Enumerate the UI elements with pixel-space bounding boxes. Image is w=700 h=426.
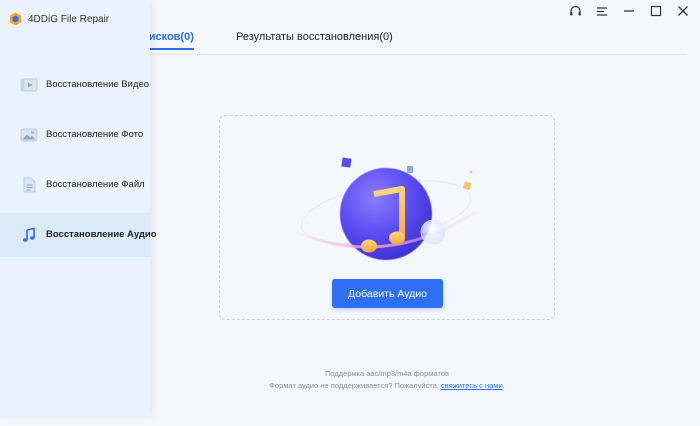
unsupported-format-line: Формат аудио не поддерживается? Пожалуйс… bbox=[219, 380, 555, 392]
contact-us-link[interactable]: свяжитесь с нами bbox=[441, 381, 503, 390]
menu-icon[interactable] bbox=[595, 4, 609, 18]
app-window: ие списков(0) Результаты восстановления(… bbox=[0, 0, 700, 426]
headset-icon[interactable] bbox=[568, 4, 582, 18]
sidebar-item-label: Восстановление Фото bbox=[46, 129, 144, 140]
sidebar-item-photo[interactable]: Восстановление Фото bbox=[0, 113, 150, 157]
format-info: Поддержка aac/mp3/m4a форматов Формат ау… bbox=[219, 368, 555, 392]
sidebar-item-label: Восстановление Видео bbox=[46, 79, 150, 90]
close-icon[interactable] bbox=[676, 4, 690, 18]
sidebar-item-file[interactable]: Восстановление Файл bbox=[0, 163, 150, 207]
audio-illustration bbox=[295, 157, 477, 261]
minimize-icon[interactable] bbox=[622, 4, 636, 18]
app-title: 4DDiG File Repair bbox=[28, 13, 110, 25]
tab-bar: ие списков(0) Результаты восстановления(… bbox=[120, 28, 686, 55]
sidebar-item-label: Восстановление Файл bbox=[46, 179, 145, 190]
video-icon bbox=[20, 78, 38, 92]
brand: 4DDiG File Repair bbox=[9, 12, 109, 26]
maximize-icon[interactable] bbox=[649, 4, 663, 18]
supported-formats-text: Поддержка aac/mp3/m4a форматов bbox=[325, 369, 449, 378]
unsupported-format-text: Формат аудио не поддерживается? Пожалуйс… bbox=[269, 381, 439, 390]
audio-dropzone[interactable]: Добавить Аудио bbox=[219, 115, 555, 320]
sidebar-item-video[interactable]: Восстановление Видео bbox=[0, 63, 150, 107]
file-icon bbox=[23, 177, 36, 193]
period-text: . bbox=[502, 381, 505, 390]
sidebar: 4DDiG File Repair Восстановление Видео В… bbox=[0, 0, 157, 416]
window-controls bbox=[568, 4, 690, 18]
app-logo-icon bbox=[10, 12, 21, 26]
photo-icon bbox=[20, 128, 38, 142]
add-audio-button[interactable]: Добавить Аудио bbox=[332, 279, 443, 308]
sidebar-item-label: Восстановление Аудио bbox=[46, 229, 157, 240]
sidebar-item-audio[interactable]: Восстановление Аудио bbox=[0, 213, 157, 257]
tab-recovery-results[interactable]: Результаты восстановления(0) bbox=[236, 31, 393, 43]
music-note-icon bbox=[23, 227, 35, 242]
